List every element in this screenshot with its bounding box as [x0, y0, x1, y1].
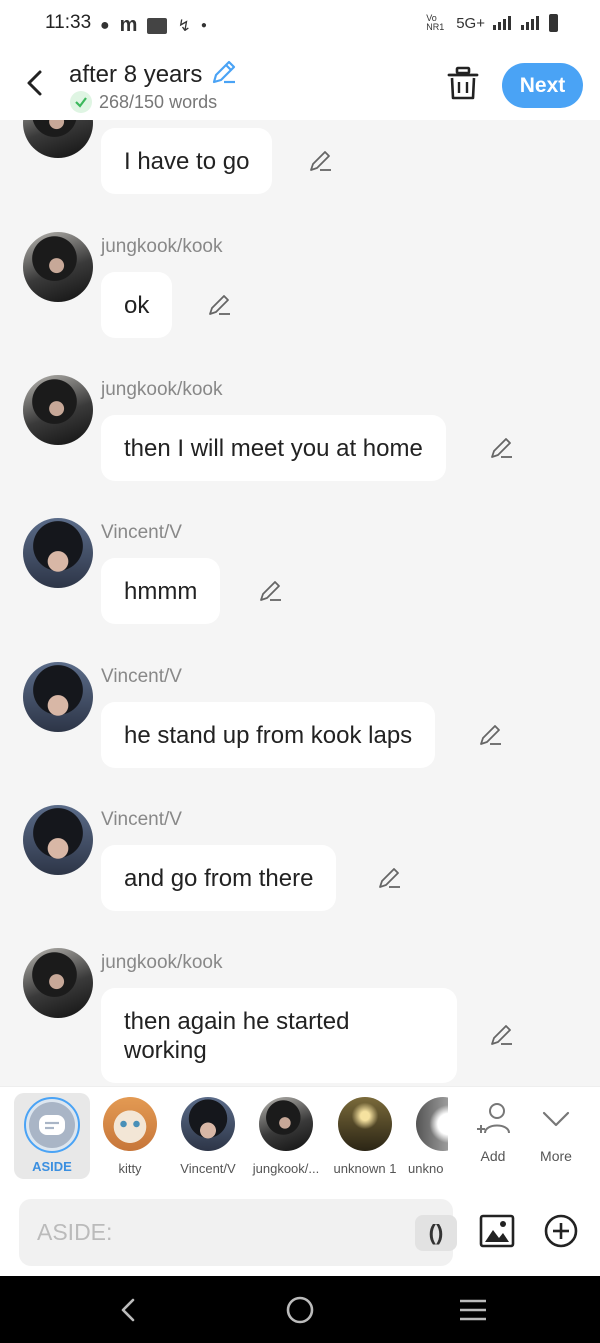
character-vincent[interactable]: Vincent/V	[174, 1095, 242, 1176]
message-bubble[interactable]: I have to go	[101, 128, 273, 194]
message-bubble[interactable]: then again he started working	[101, 988, 457, 1083]
edit-message-icon[interactable]	[308, 148, 334, 174]
nav-home-icon	[286, 1296, 314, 1324]
word-count-row: 268/150 words	[70, 91, 217, 113]
avatar	[181, 1097, 235, 1151]
delete-button[interactable]	[445, 65, 481, 103]
avatar	[259, 1097, 313, 1151]
avatar[interactable]	[23, 662, 93, 732]
edit-message-icon[interactable]	[377, 865, 403, 891]
character-label: Vincent/V	[180, 1161, 236, 1176]
message-input[interactable]	[37, 1199, 397, 1266]
header: after 8 years 268/150 words Next	[0, 50, 600, 120]
next-button[interactable]: Next	[502, 63, 583, 108]
character-label: unknown 1	[333, 1161, 397, 1176]
image-icon	[479, 1214, 515, 1248]
avatar[interactable]	[23, 375, 93, 445]
nav-menu-icon	[460, 1299, 486, 1321]
plus-circle-icon	[544, 1214, 578, 1248]
signal-2-icon	[521, 16, 541, 30]
message-bubble[interactable]: he stand up from kook laps	[101, 702, 436, 768]
more-label: More	[540, 1148, 572, 1164]
network-type: 5G+	[456, 14, 485, 32]
character-unknown-2[interactable]: unkno	[408, 1095, 448, 1176]
avatar[interactable]	[23, 948, 93, 1018]
notification-icons: ● m ↯ ●	[100, 14, 207, 37]
sender-name: Vincent/V	[101, 666, 182, 687]
chevron-down-icon	[542, 1111, 570, 1127]
add-button[interactable]	[544, 1214, 578, 1248]
edit-title-button[interactable]	[210, 58, 238, 91]
message-input-container: ()	[19, 1199, 457, 1266]
sender-name: jungkook/kook	[101, 379, 223, 400]
message-bubble[interactable]: ok	[101, 272, 173, 338]
sender-name: jungkook/kook	[101, 236, 223, 257]
system-nav-bar	[0, 1276, 600, 1343]
sender-name: jungkook/kook	[101, 952, 223, 973]
status-bar: 11:33 ● m ↯ ● Vo NR1 5G+	[0, 0, 600, 50]
chat-bubble-icon: ●	[100, 16, 110, 34]
aside-chat-icon	[39, 1115, 65, 1135]
trash-icon	[447, 66, 479, 100]
avatar[interactable]	[23, 805, 93, 875]
back-button[interactable]	[18, 66, 52, 100]
character-selector: ASIDE kitty Vincent/V jungkook/... unkno…	[0, 1086, 600, 1188]
word-count: 268/150 words	[99, 91, 218, 112]
avatar	[103, 1097, 157, 1151]
aside-label: ASIDE	[32, 1159, 72, 1174]
chevron-left-icon	[27, 70, 42, 96]
story-title: after 8 years	[69, 60, 203, 88]
network-label: Vo NR1	[426, 13, 445, 32]
parentheses-button[interactable]: ()	[415, 1215, 457, 1251]
character-label: kitty	[118, 1161, 142, 1176]
more-button[interactable]: More	[531, 1099, 581, 1164]
sender-name: Vincent/V	[101, 522, 182, 543]
battery-icon	[549, 14, 558, 32]
signal-1-icon	[493, 16, 513, 30]
aside-character-tab[interactable]: ASIDE	[14, 1093, 90, 1179]
edit-message-icon[interactable]	[489, 1022, 515, 1048]
character-label: jungkook/...	[252, 1161, 320, 1176]
add-label: Add	[480, 1148, 506, 1164]
title-row: after 8 years	[69, 58, 238, 91]
status-time: 11:33	[45, 12, 92, 33]
check-icon	[70, 91, 92, 113]
message-bubble[interactable]: then I will meet you at home	[101, 415, 446, 481]
character-unknown-1[interactable]: unknown 1	[330, 1095, 400, 1176]
aside-avatar	[24, 1097, 80, 1153]
edit-message-icon[interactable]	[478, 722, 504, 748]
nav-home-button[interactable]	[284, 1294, 316, 1326]
nav-back-button[interactable]	[112, 1294, 144, 1326]
avatar	[338, 1097, 392, 1151]
chat-area[interactable]: I have to go jungkook/kook ok jungkook/k…	[0, 120, 600, 1086]
flash-icon: ↯	[177, 17, 191, 35]
character-kitty[interactable]: kitty	[100, 1095, 160, 1176]
avatar[interactable]	[23, 120, 93, 158]
edit-message-icon[interactable]	[258, 578, 284, 604]
status-right-icons: Vo NR1 5G+	[426, 14, 558, 32]
nav-back-icon	[121, 1298, 135, 1322]
edit-message-icon[interactable]	[489, 435, 515, 461]
edit-message-icon[interactable]	[207, 292, 233, 318]
sender-name: Vincent/V	[101, 809, 182, 830]
add-character-button[interactable]: Add	[468, 1099, 518, 1164]
add-user-icon	[477, 1103, 510, 1134]
insert-image-button[interactable]	[479, 1214, 515, 1248]
avatar	[416, 1097, 448, 1151]
dot-icon: ●	[200, 20, 207, 31]
message-bubble[interactable]: hmmm	[101, 558, 221, 624]
character-label: unkno	[408, 1161, 444, 1176]
pencil-icon	[213, 60, 236, 84]
paytm-icon	[147, 17, 168, 34]
character-jungkook[interactable]: jungkook/...	[246, 1095, 326, 1176]
m-app-icon: m	[119, 14, 138, 36]
nav-recents-button[interactable]	[457, 1294, 489, 1326]
input-bar: ()	[0, 1188, 600, 1276]
avatar[interactable]	[23, 232, 93, 302]
message-bubble[interactable]: and go from there	[101, 845, 337, 911]
avatar[interactable]	[23, 518, 93, 588]
